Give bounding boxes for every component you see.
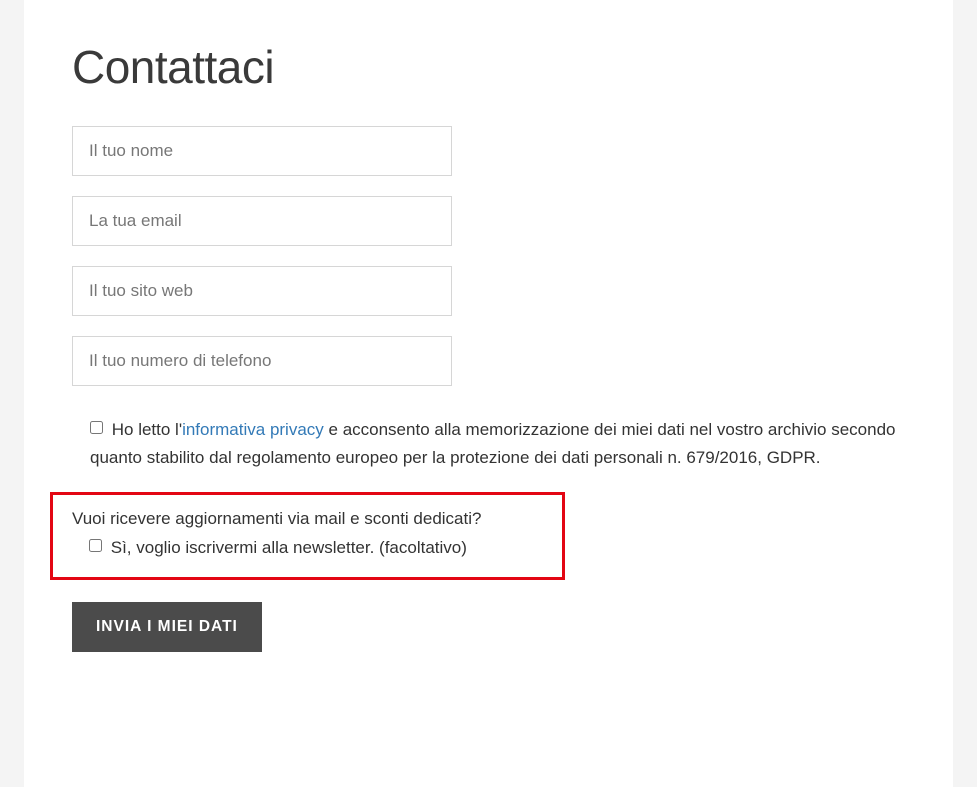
email-field-wrapper	[72, 196, 905, 246]
name-input[interactable]	[72, 126, 452, 176]
email-input[interactable]	[72, 196, 452, 246]
page-title: Contattaci	[72, 40, 905, 94]
privacy-policy-link[interactable]: informativa privacy	[182, 420, 324, 439]
phone-field-wrapper	[72, 336, 905, 386]
newsletter-question: Vuoi ricevere aggiornamenti via mail e s…	[72, 505, 548, 534]
newsletter-optin-label: Sì, voglio iscrivermi alla newsletter. (…	[111, 538, 467, 557]
newsletter-optin-line: Sì, voglio iscrivermi alla newsletter. (…	[67, 534, 548, 563]
website-field-wrapper	[72, 266, 905, 316]
privacy-consent-block: Ho letto l'informativa privacy e acconse…	[72, 416, 905, 472]
name-field-wrapper	[72, 126, 905, 176]
contact-form-container: Contattaci Ho letto l'informativa privac…	[24, 0, 953, 787]
privacy-text-before: Ho letto l'	[112, 420, 182, 439]
website-input[interactable]	[72, 266, 452, 316]
newsletter-optin-checkbox[interactable]	[89, 539, 102, 552]
phone-input[interactable]	[72, 336, 452, 386]
submit-button[interactable]: INVIA I MIEI DATI	[72, 602, 262, 652]
newsletter-block: Vuoi ricevere aggiornamenti via mail e s…	[50, 492, 565, 580]
privacy-consent-checkbox[interactable]	[90, 421, 103, 434]
